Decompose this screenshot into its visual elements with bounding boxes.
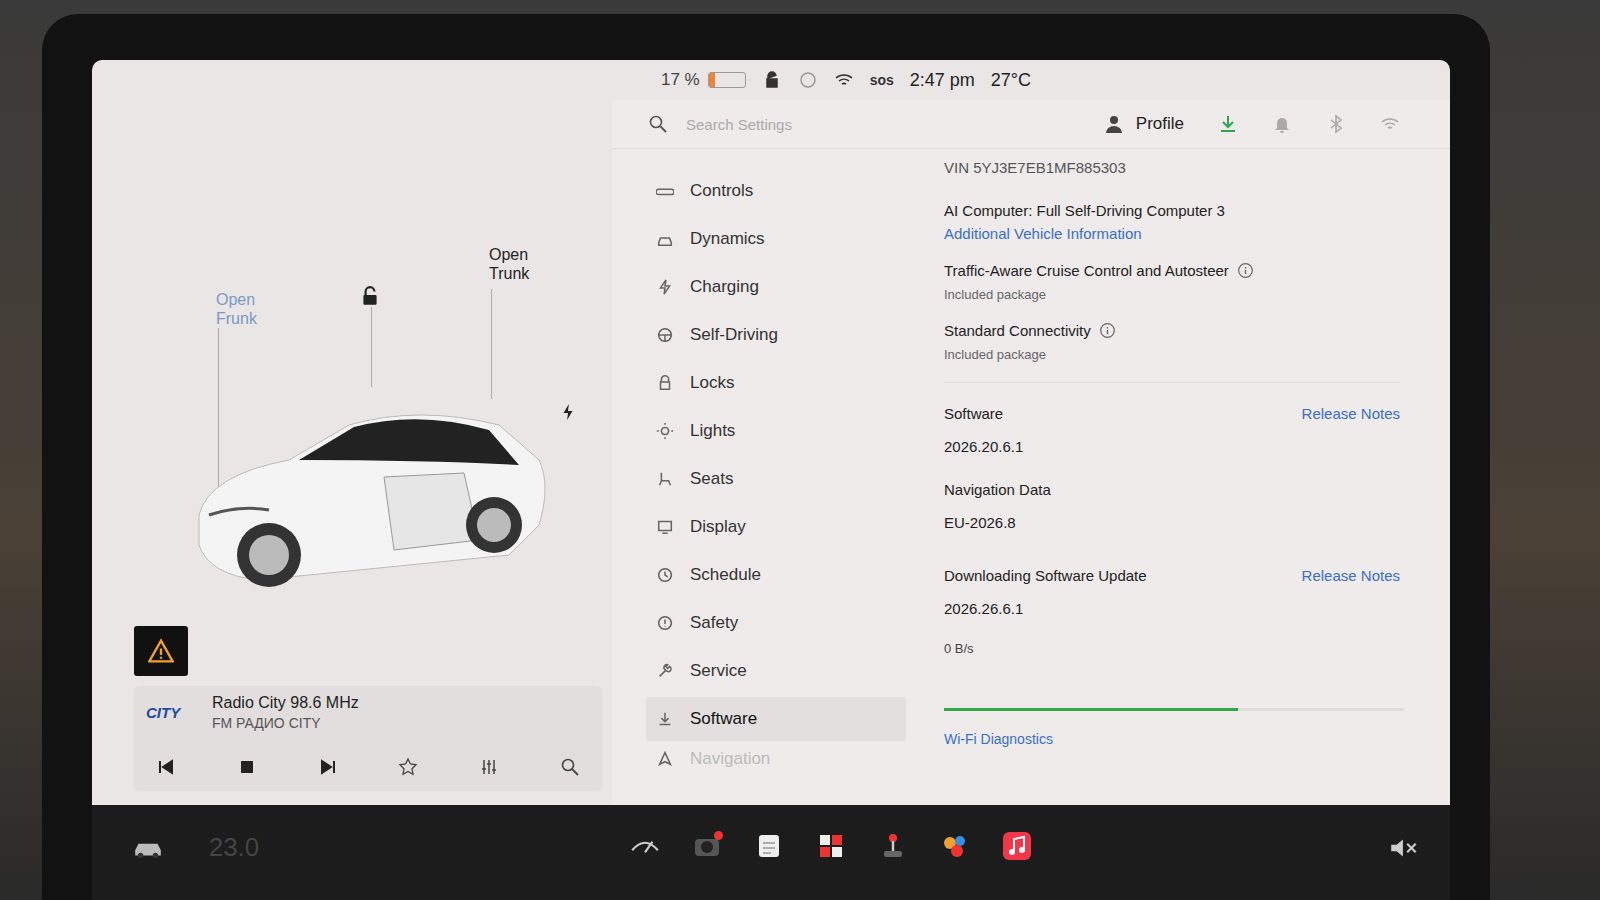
menu-item-icon — [656, 374, 674, 392]
battery-percent: 17 % — [661, 70, 700, 90]
menu-item-icon — [656, 326, 674, 344]
media-player: CITY Radio City 98.6 MHz FM РАДИО CITY — [134, 686, 602, 791]
open-trunk-button[interactable]: Open Trunk — [489, 245, 549, 399]
wifi-diagnostics-link[interactable]: Wi-Fi Diagnostics — [944, 731, 1400, 747]
menu-item[interactable]: Seats — [646, 457, 906, 501]
climate-control[interactable]: 23.0 — [194, 832, 274, 863]
menu-item[interactable]: Service — [646, 649, 906, 693]
screen-bezel: 17 %sos2:47 pm27°COpen FrunkOpen TrunkCI… — [42, 14, 1490, 900]
menu-item-icon — [656, 662, 674, 680]
clock: 2:47 pm — [910, 70, 975, 91]
menu-item[interactable]: Safety — [646, 601, 906, 645]
menu-item-icon — [656, 278, 674, 296]
menu-item[interactable]: Controls — [646, 169, 906, 213]
profile-button[interactable]: Profile — [1104, 114, 1184, 134]
station-logo: CITY — [146, 704, 200, 721]
menu-item-icon — [656, 422, 674, 440]
bell-icon[interactable] — [1272, 114, 1292, 134]
car-icon[interactable] — [132, 833, 164, 863]
sos-indicator: sos — [870, 72, 894, 88]
previous-icon[interactable] — [156, 757, 176, 777]
camera-button[interactable] — [691, 831, 723, 865]
menu-item[interactable]: Software — [646, 697, 906, 741]
stop-icon[interactable] — [237, 757, 257, 777]
wifi-icon[interactable] — [1380, 114, 1400, 134]
door-lock-button[interactable] — [359, 285, 381, 387]
vin: VIN 5YJ3E7EB1MF885303 — [944, 159, 1400, 176]
touchscreen: 17 %sos2:47 pm27°COpen FrunkOpen TrunkCI… — [92, 60, 1450, 805]
package: Traffic-Aware Cruise Control and Autoste… — [944, 262, 1400, 302]
apps-icon[interactable] — [815, 831, 847, 861]
info-icon[interactable] — [1237, 262, 1254, 279]
search-icon — [648, 114, 668, 134]
favorite-icon[interactable] — [398, 757, 418, 777]
menu-item[interactable]: Locks — [646, 361, 906, 405]
music-icon[interactable] — [1001, 831, 1033, 861]
info-icon[interactable] — [1099, 322, 1116, 339]
menu-item-icon — [656, 614, 674, 632]
menu-item[interactable]: Lights — [646, 409, 906, 453]
package: Standard ConnectivityIncluded package — [944, 322, 1400, 362]
wifi-icon — [834, 70, 854, 90]
download-speed: 0 B/s — [944, 641, 1400, 656]
menu-item-icon — [656, 750, 674, 768]
equalizer-icon[interactable] — [479, 757, 499, 777]
navigation-data: Navigation DataEU-2026.8 — [944, 481, 1400, 531]
settings-search[interactable]: Search Settings — [648, 114, 1070, 134]
volume-icon[interactable] — [1388, 833, 1420, 863]
menu-item-icon — [656, 230, 674, 248]
settings-header: Search Settings Profile — [612, 100, 1450, 149]
menu-item[interactable]: Dynamics — [646, 217, 906, 261]
station-subtitle: FM РАДИО CITY — [212, 715, 359, 731]
battery-icon — [708, 72, 746, 88]
car-model-image — [179, 365, 559, 605]
outside-temperature: 27°C — [991, 70, 1031, 91]
download-progress — [944, 708, 1404, 711]
search-icon[interactable] — [560, 757, 580, 777]
warning-icon — [148, 638, 174, 664]
software-update: Downloading Software UpdateRelease Notes… — [944, 567, 1400, 747]
car-view: Open FrunkOpen Trunk — [134, 100, 602, 686]
photo-background: 17 %sos2:47 pm27°COpen FrunkOpen TrunkCI… — [0, 0, 1600, 900]
menu-item-icon — [656, 470, 674, 488]
menu-item-icon — [656, 710, 674, 728]
release-notes-link[interactable]: Release Notes — [1302, 567, 1400, 584]
alert-button[interactable] — [134, 626, 188, 676]
wiper-icon[interactable] — [629, 831, 661, 861]
notepad-icon[interactable] — [753, 831, 785, 861]
software-version: SoftwareRelease Notes2026.20.6.1 — [944, 405, 1400, 455]
software-details: VIN 5YJ3E7EB1MF885303 AI Computer: Full S… — [906, 149, 1450, 805]
bluetooth-icon[interactable] — [1326, 114, 1346, 134]
next-icon[interactable] — [318, 757, 338, 777]
menu-item[interactable]: Display — [646, 505, 906, 549]
toybox-icon[interactable] — [939, 831, 971, 861]
menu-item[interactable]: Schedule — [646, 553, 906, 597]
person-icon — [1104, 114, 1124, 134]
menu-item[interactable]: Navigation — [646, 745, 906, 781]
settings-menu: ControlsDynamicsChargingSelf-DrivingLock… — [612, 149, 906, 805]
lock-status-icon — [762, 70, 782, 90]
menu-item-icon — [656, 182, 674, 200]
vehicle-info-link[interactable]: Additional Vehicle Information — [944, 225, 1400, 242]
taskbar: 23.0 — [92, 805, 1450, 900]
sentry-icon — [798, 70, 818, 90]
settings-panel: Search Settings Profile ControlsDynamicsCh… — [612, 100, 1450, 805]
menu-item-icon — [656, 518, 674, 536]
charge-port-icon[interactable] — [559, 403, 577, 421]
release-notes-link[interactable]: Release Notes — [1302, 405, 1400, 422]
station-name: Radio City 98.6 MHz — [212, 694, 359, 712]
car-panel: Open FrunkOpen Trunk CITY Radio City 98.6 … — [92, 100, 612, 805]
menu-item[interactable]: Charging — [646, 265, 906, 309]
unlock-icon — [359, 285, 381, 307]
download-icon[interactable] — [1218, 114, 1238, 134]
notification-badge-icon — [714, 831, 723, 840]
joystick-icon[interactable] — [877, 831, 909, 861]
ai-computer: AI Computer: Full Self-Driving Computer … — [944, 202, 1400, 219]
menu-item[interactable]: Self-Driving — [646, 313, 906, 357]
status-bar: 17 % sos 2:47 pm 27°C — [92, 60, 1450, 100]
menu-item-icon — [656, 566, 674, 584]
